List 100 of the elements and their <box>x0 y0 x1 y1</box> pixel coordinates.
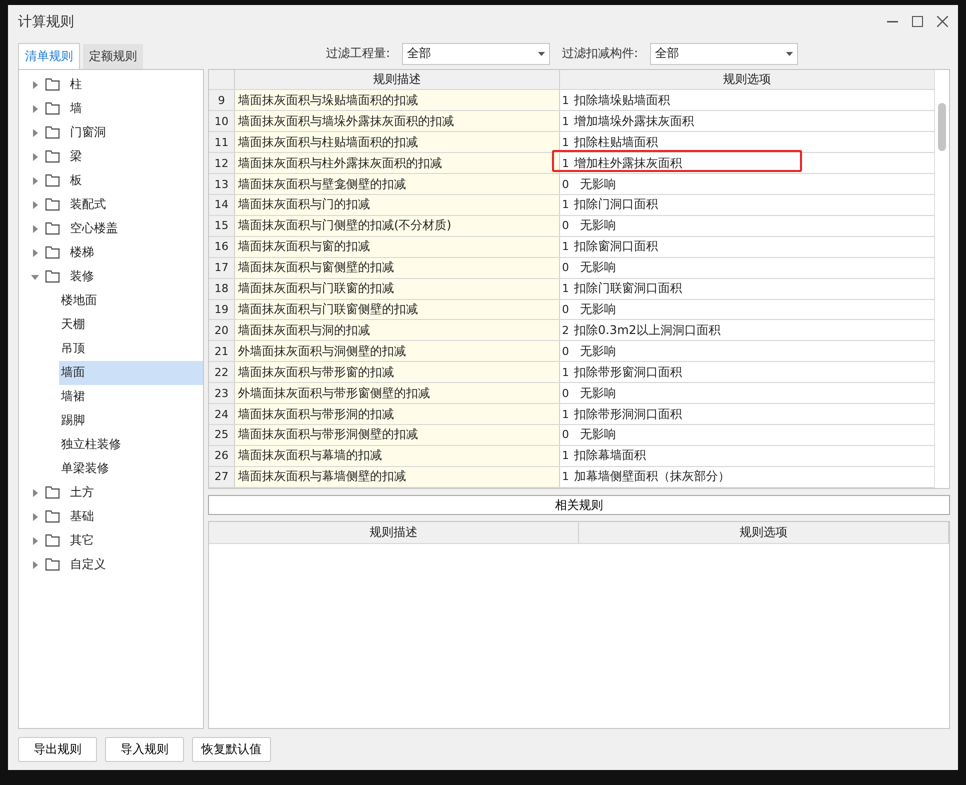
row-number: 24 <box>209 404 235 424</box>
filter-dropdown[interactable]: 全部 <box>402 42 550 65</box>
option-code: 1 <box>562 449 570 462</box>
tree-item[interactable]: 其它 <box>19 528 203 553</box>
tree-item[interactable]: 墙裙 <box>59 384 203 409</box>
collapsed-caret-icon[interactable] <box>31 128 39 137</box>
table-cell: 墙面抹灰面积与门联窗侧壁的扣减 <box>235 300 560 320</box>
row-number: 19 <box>209 300 235 320</box>
collapsed-caret-icon[interactable] <box>31 512 39 521</box>
tree-item[interactable]: 天棚 <box>59 312 203 337</box>
tree-item[interactable]: 门窗洞 <box>19 120 203 145</box>
action-button[interactable]: 导入规则 <box>105 737 184 762</box>
option-code: 1 <box>562 408 570 421</box>
folder-icon <box>45 222 60 236</box>
row-number: 12 <box>209 153 235 174</box>
option-code: 0 <box>562 261 570 274</box>
column-header[interactable]: 规则选项 <box>560 70 934 90</box>
table-cell: 扣除门洞口面积 <box>574 196 658 214</box>
option-code: 1 <box>562 240 570 254</box>
option-code: 0 <box>562 302 570 316</box>
collapsed-caret-icon[interactable] <box>31 224 39 233</box>
row-number: 13 <box>209 174 235 194</box>
tree-item[interactable]: 墙 <box>19 96 203 121</box>
folder-icon <box>45 270 60 284</box>
folder-icon <box>45 174 60 188</box>
collapsed-caret-icon[interactable] <box>31 488 39 497</box>
tree-item[interactable]: 空心楼盖 <box>19 216 203 241</box>
option-code: 1 <box>562 114 570 128</box>
table-cell: 扣除窗洞口面积 <box>574 238 658 256</box>
table-cell: 无影响 <box>580 300 616 318</box>
table-cell: 扣除带形洞洞口面积 <box>574 406 682 423</box>
minimize-icon[interactable] <box>887 20 898 23</box>
tree-item[interactable]: 踢脚 <box>59 408 203 433</box>
filter-dropdown[interactable]: 全部 <box>650 42 798 65</box>
close-icon[interactable] <box>937 16 948 28</box>
folder-icon <box>45 150 60 164</box>
collapsed-caret-icon[interactable] <box>31 248 39 257</box>
table-cell: 外墙面抹灰面积与带形窗侧壁的扣减 <box>235 383 560 404</box>
row-number: 10 <box>209 111 235 132</box>
folder-icon <box>45 198 60 212</box>
option-code: 1 <box>562 282 570 296</box>
scrollbar[interactable] <box>934 70 949 488</box>
tree-item[interactable]: 墙面 <box>59 360 203 385</box>
tree-item[interactable]: 土方 <box>19 480 203 505</box>
tree-item[interactable]: 自定义 <box>19 552 203 577</box>
table-cell: 墙面抹灰面积与幕墙侧壁的扣减 <box>235 466 560 487</box>
collapsed-caret-icon[interactable] <box>31 536 39 545</box>
table-cell: 扣除墙垛贴墙面积 <box>574 92 670 109</box>
dropdown-caret-icon <box>786 52 794 56</box>
option-code: 1 <box>562 136 570 149</box>
action-button[interactable]: 导出规则 <box>18 737 97 762</box>
tree-item[interactable]: 梁 <box>19 144 203 169</box>
maximize-icon[interactable] <box>912 16 923 28</box>
tree-item[interactable]: 装配式 <box>19 192 203 217</box>
action-button[interactable]: 恢复默认值 <box>192 737 271 762</box>
filter-label: 过滤工程量: <box>326 45 390 62</box>
expanded-caret-icon[interactable] <box>31 272 39 281</box>
table-cell: 无影响 <box>580 384 616 402</box>
option-code: 2 <box>562 324 570 337</box>
table-cell: 墙面抹灰面积与窗侧壁的扣减 <box>235 258 560 278</box>
row-number: 22 <box>209 362 235 382</box>
table-cell: 墙面抹灰面积与带形洞侧壁的扣减 <box>235 424 560 445</box>
row-number: 21 <box>209 341 235 362</box>
table-cell: 扣除幕墙面积 <box>574 447 646 464</box>
option-code: 0 <box>562 344 570 358</box>
tree-item[interactable]: 柱 <box>19 72 203 97</box>
folder-icon <box>45 558 60 572</box>
collapsed-caret-icon[interactable] <box>31 80 39 89</box>
related-rules-button[interactable]: 相关规则 <box>208 494 950 515</box>
row-number: 9 <box>209 90 235 110</box>
row-number: 14 <box>209 195 235 215</box>
row-number: 16 <box>209 236 235 257</box>
collapsed-caret-icon[interactable] <box>31 200 39 209</box>
tree-item[interactable]: 吊顶 <box>59 336 203 361</box>
table-cell: 墙面抹灰面积与柱贴墙面积的扣减 <box>235 132 560 152</box>
collapsed-caret-icon[interactable] <box>31 104 39 113</box>
tree-item[interactable]: 装修 <box>19 264 203 289</box>
row-number: 11 <box>209 132 235 152</box>
tab[interactable]: 定额规则 <box>83 44 143 69</box>
folder-icon <box>45 534 60 548</box>
collapsed-caret-icon[interactable] <box>31 176 39 185</box>
column-header[interactable]: 规则描述 <box>209 522 579 543</box>
column-header[interactable]: 规则选项 <box>579 522 949 543</box>
table-cell: 增加柱外露抹灰面积 <box>574 154 682 172</box>
row-number: 27 <box>209 466 235 487</box>
tree-item[interactable]: 楼梯 <box>19 240 203 265</box>
row-number: 26 <box>209 446 235 466</box>
table-cell: 墙面抹灰面积与幕墙的扣减 <box>235 446 560 466</box>
table-cell: 墙面抹灰面积与壁龛侧壁的扣减 <box>235 174 560 194</box>
collapsed-caret-icon[interactable] <box>31 152 39 161</box>
tree-item[interactable]: 板 <box>19 168 203 193</box>
tree-item[interactable]: 独立柱装修 <box>59 432 203 457</box>
collapsed-caret-icon[interactable] <box>31 560 39 569</box>
option-code: 0 <box>562 428 570 442</box>
column-header[interactable]: 规则描述 <box>235 70 560 90</box>
tree-item[interactable]: 单梁装修 <box>59 456 203 481</box>
tree-item[interactable]: 楼地面 <box>59 288 203 313</box>
tree-item[interactable]: 基础 <box>19 504 203 529</box>
option-code: 1 <box>562 94 570 107</box>
tab[interactable]: 清单规则 <box>18 42 80 69</box>
